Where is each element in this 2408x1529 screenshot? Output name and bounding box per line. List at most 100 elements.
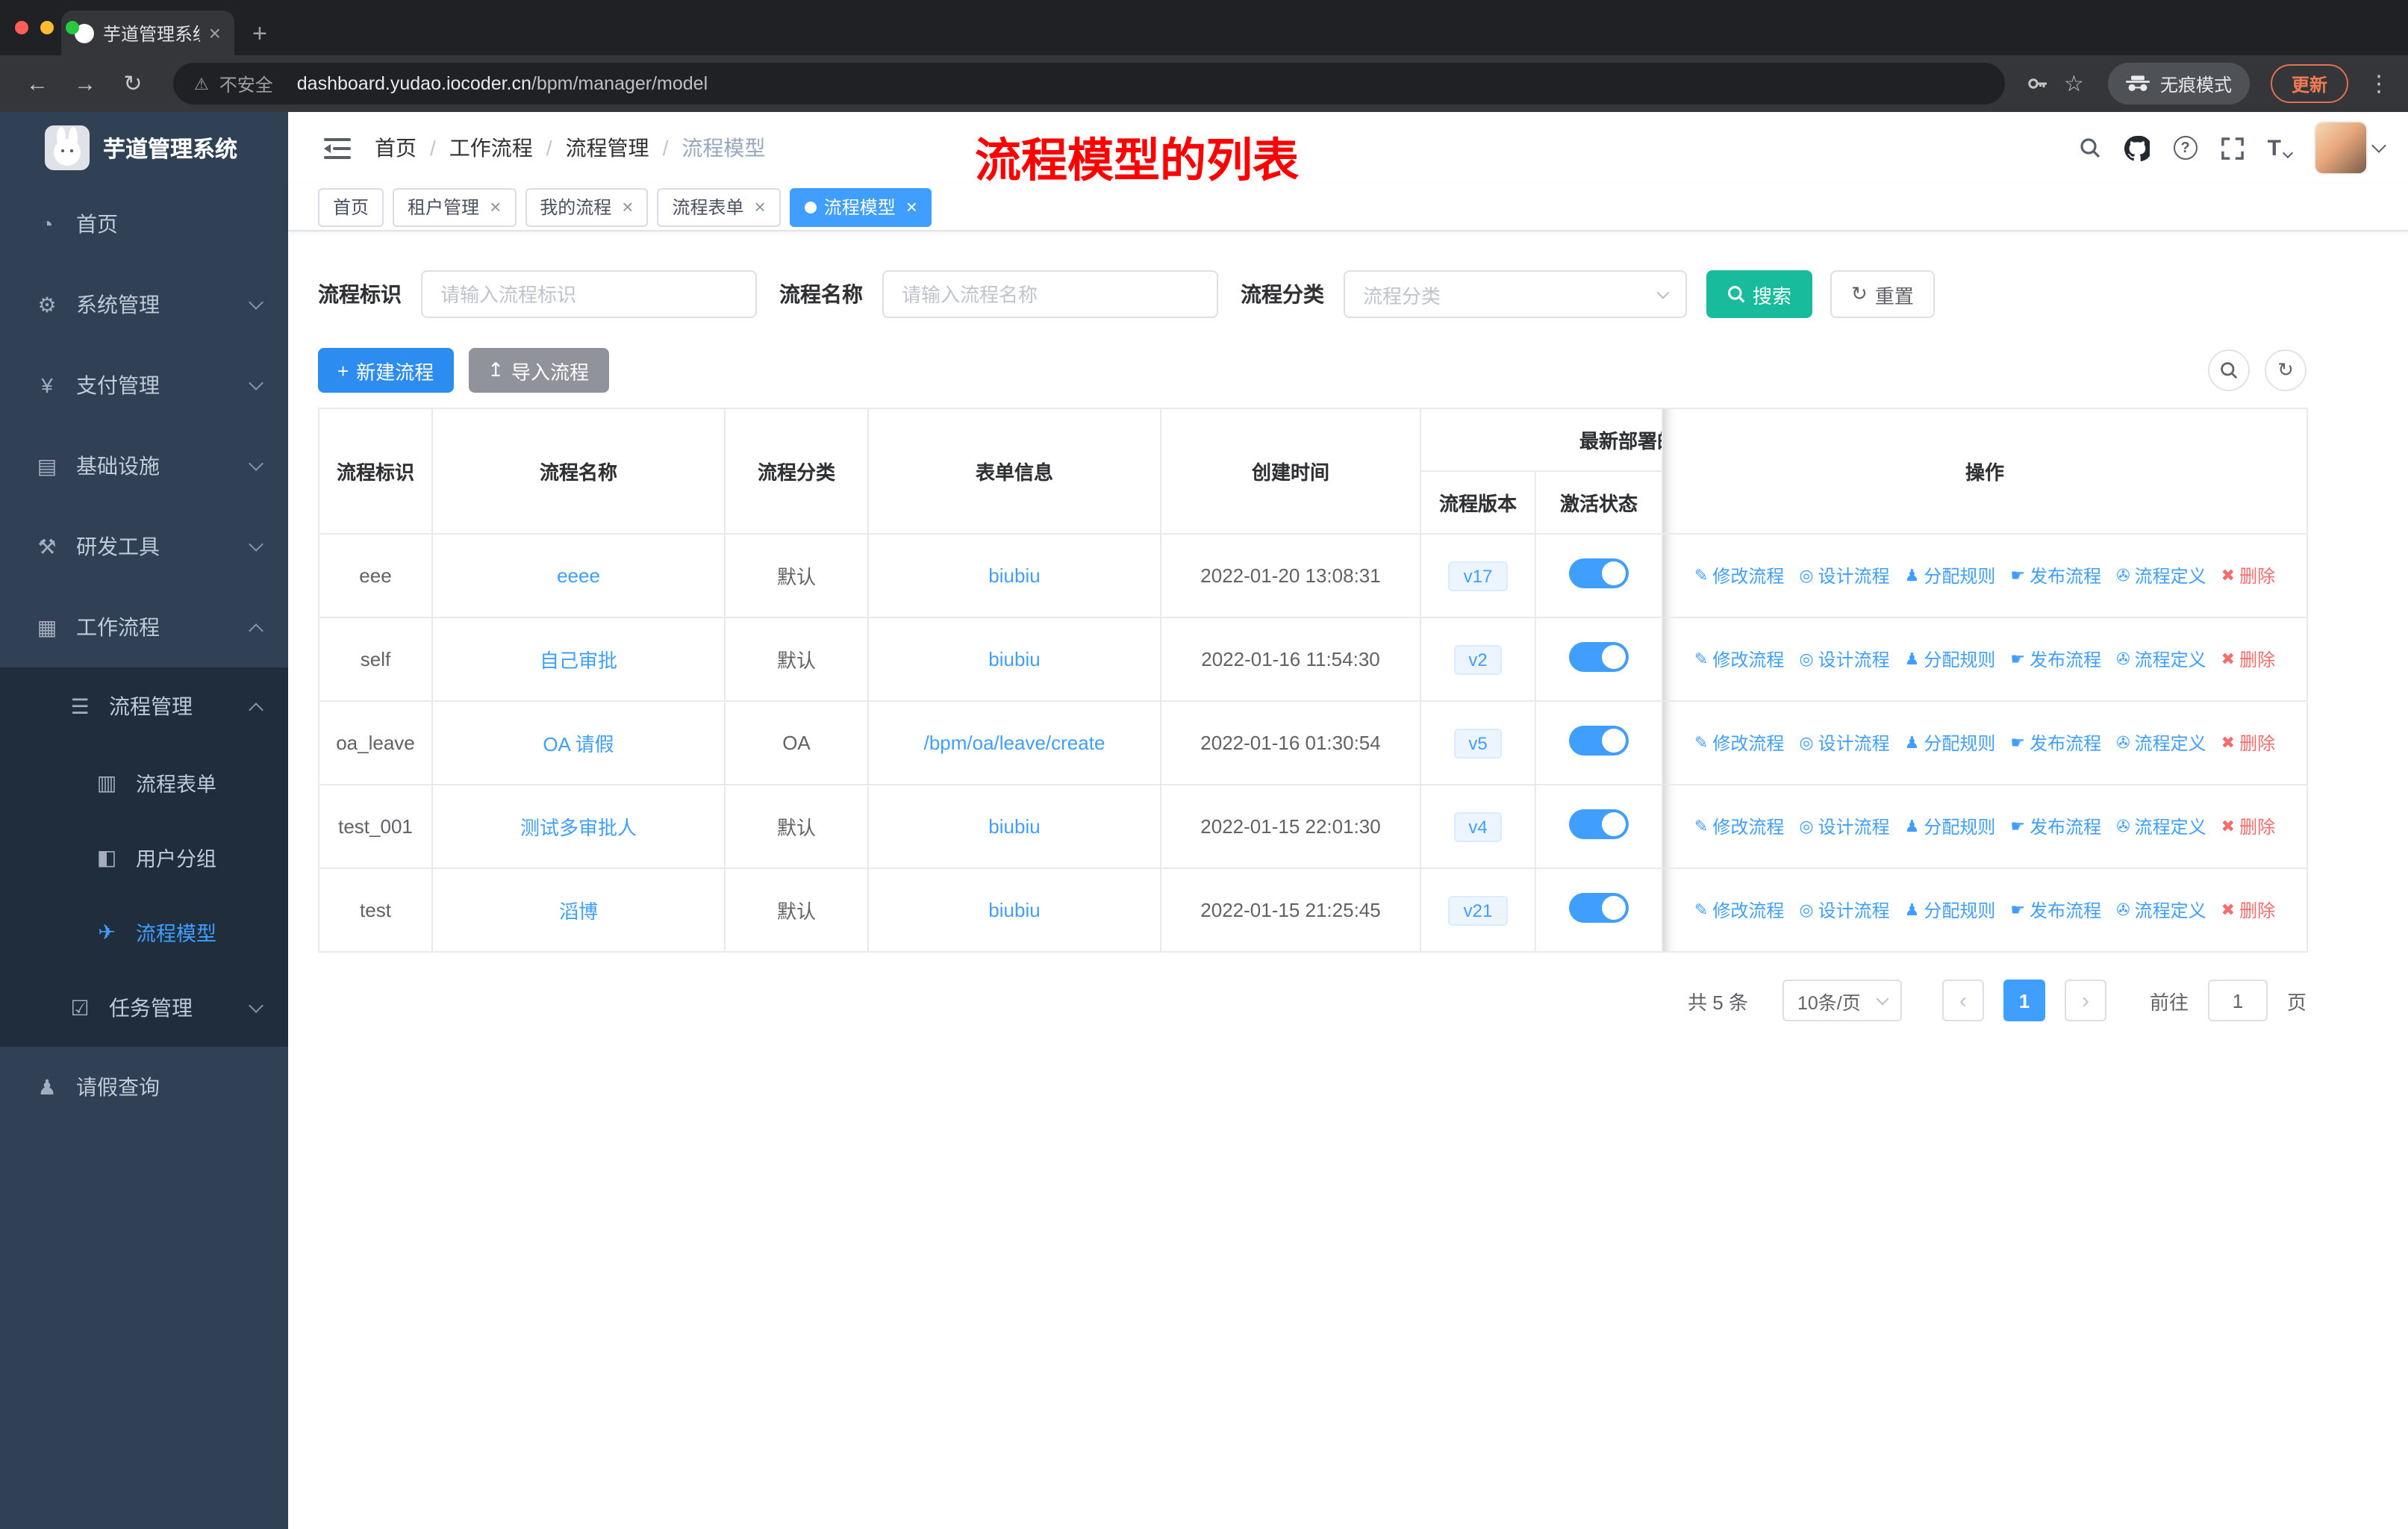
password-key-icon[interactable]	[2025, 72, 2049, 96]
op-delete-link[interactable]: ✖ 删除	[2221, 647, 2275, 672]
active-toggle[interactable]	[1569, 642, 1629, 672]
sidebar-item-workflow[interactable]: ▦ 工作流程	[0, 587, 288, 667]
breadcrumb-item[interactable]: 流程管理	[566, 133, 649, 163]
active-toggle[interactable]	[1569, 809, 1629, 839]
op-design-link[interactable]: ◎ 设计流程	[1799, 647, 1889, 672]
tag-tenant[interactable]: 租户管理 ×	[393, 187, 517, 226]
op-delete-link[interactable]: ✖ 删除	[2221, 814, 2275, 839]
op-publish-link[interactable]: ☛ 发布流程	[2010, 647, 2101, 672]
op-delete-link[interactable]: ✖ 删除	[2221, 563, 2275, 588]
op-modify-link[interactable]: ✎ 修改流程	[1694, 730, 1784, 756]
op-modify-link[interactable]: ✎ 修改流程	[1694, 563, 1784, 588]
op-design-link[interactable]: ◎ 设计流程	[1799, 897, 1889, 923]
close-tag-icon[interactable]: ×	[622, 197, 633, 217]
forward-button[interactable]: →	[66, 71, 105, 96]
zoom-window-button[interactable]	[66, 21, 79, 34]
process-id-input[interactable]	[421, 270, 757, 318]
chrome-update-button[interactable]: 更新	[2270, 64, 2348, 103]
sidebar-item-system[interactable]: ⚙ 系统管理	[0, 264, 288, 345]
op-assign-link[interactable]: ♟ 分配规则	[1905, 647, 1996, 672]
import-process-button[interactable]: ↥ 导入流程	[468, 348, 609, 393]
goto-page-input[interactable]	[2207, 980, 2268, 1021]
form-info-link[interactable]: /bpm/oa/leave/create	[924, 732, 1105, 754]
refresh-table-button[interactable]: ↻	[2265, 349, 2306, 391]
breadcrumb-item[interactable]: 工作流程	[449, 133, 533, 163]
op-definition-link[interactable]: ✇ 流程定义	[2116, 647, 2206, 672]
fullscreen-icon[interactable]	[2221, 137, 2244, 159]
sidebar-item-user-group[interactable]: ◧ 用户分组	[0, 820, 288, 894]
sidebar-item-infrastructure[interactable]: ▤ 基础设施	[0, 426, 288, 506]
help-icon[interactable]: ?	[2173, 136, 2198, 160]
op-definition-link[interactable]: ✇ 流程定义	[2116, 814, 2206, 839]
op-assign-link[interactable]: ♟ 分配规则	[1905, 897, 1996, 923]
sidebar-item-process-form[interactable]: ▥ 流程表单	[0, 745, 288, 820]
op-assign-link[interactable]: ♟ 分配规则	[1905, 563, 1996, 588]
github-icon[interactable]	[2124, 135, 2150, 161]
sidebar-item-process-management[interactable]: ☰ 流程管理	[0, 667, 288, 745]
op-assign-link[interactable]: ♟ 分配规则	[1905, 730, 1996, 756]
sidebar-item-home[interactable]: ◔ 首页	[0, 184, 288, 264]
op-definition-link[interactable]: ✇ 流程定义	[2116, 563, 2206, 588]
tag-process-form[interactable]: 流程表单 ×	[657, 187, 781, 226]
op-publish-link[interactable]: ☛ 发布流程	[2010, 897, 2101, 923]
address-bar[interactable]: ⚠ 不安全 dashboard.yudao.iocoder.cn/bpm/man…	[173, 63, 2005, 105]
prev-page-button[interactable]: ‹	[1941, 980, 1984, 1021]
reset-button[interactable]: ↻ 重置	[1830, 270, 1935, 318]
toggle-search-button[interactable]	[2208, 349, 2250, 391]
tag-home[interactable]: 首页	[318, 187, 384, 226]
form-info-link[interactable]: biubiu	[988, 564, 1040, 587]
breadcrumb-item[interactable]: 首页	[375, 133, 417, 163]
new-tab-button[interactable]: +	[252, 21, 267, 46]
browser-menu-icon[interactable]: ⋮	[2368, 70, 2390, 97]
op-modify-link[interactable]: ✎ 修改流程	[1694, 897, 1784, 923]
user-menu[interactable]	[2315, 122, 2386, 173]
op-assign-link[interactable]: ♟ 分配规则	[1905, 814, 1996, 839]
model-name-link[interactable]: eeee	[557, 564, 600, 587]
op-definition-link[interactable]: ✇ 流程定义	[2116, 730, 2206, 756]
model-name-link[interactable]: 测试多审批人	[520, 817, 637, 839]
tag-my-process[interactable]: 我的流程 ×	[525, 187, 649, 226]
active-toggle[interactable]	[1569, 558, 1629, 588]
form-info-link[interactable]: biubiu	[988, 899, 1040, 921]
close-tag-icon[interactable]: ×	[755, 197, 766, 217]
op-publish-link[interactable]: ☛ 发布流程	[2010, 730, 2101, 756]
create-process-button[interactable]: + 新建流程	[318, 348, 454, 393]
op-definition-link[interactable]: ✇ 流程定义	[2116, 897, 2206, 923]
sidebar-item-devtools[interactable]: ⚒ 研发工具	[0, 506, 288, 587]
op-design-link[interactable]: ◎ 设计流程	[1799, 730, 1889, 756]
op-delete-link[interactable]: ✖ 删除	[2221, 730, 2275, 756]
next-page-button[interactable]: ›	[2064, 980, 2106, 1021]
process-name-input[interactable]	[882, 270, 1218, 318]
page-size-select[interactable]: 10条/页	[1782, 980, 1902, 1021]
op-publish-link[interactable]: ☛ 发布流程	[2010, 814, 2101, 839]
close-tag-icon[interactable]: ×	[490, 197, 501, 217]
form-info-link[interactable]: biubiu	[988, 648, 1040, 670]
op-publish-link[interactable]: ☛ 发布流程	[2010, 563, 2101, 588]
sidebar-item-leave-query[interactable]: ♟ 请假查询	[0, 1047, 288, 1127]
op-design-link[interactable]: ◎ 设计流程	[1799, 814, 1889, 839]
category-select[interactable]: 流程分类	[1344, 270, 1687, 318]
search-icon[interactable]	[2080, 137, 2100, 158]
sidebar-item-payment[interactable]: ¥ 支付管理	[0, 345, 288, 426]
back-button[interactable]: ←	[18, 71, 57, 96]
search-button[interactable]: 搜索	[1706, 270, 1813, 318]
op-design-link[interactable]: ◎ 设计流程	[1799, 563, 1889, 588]
sidebar-item-process-model[interactable]: ✈ 流程模型	[0, 894, 288, 969]
model-name-link[interactable]: 自己审批	[540, 650, 617, 672]
current-page-button[interactable]: 1	[2003, 980, 2045, 1021]
font-size-icon[interactable]: T	[2268, 135, 2294, 161]
op-delete-link[interactable]: ✖ 删除	[2221, 897, 2275, 923]
form-info-link[interactable]: biubiu	[988, 815, 1040, 838]
active-toggle[interactable]	[1569, 893, 1629, 923]
not-secure-warning-icon[interactable]: ⚠	[194, 74, 209, 93]
collapse-sidebar-icon[interactable]	[324, 137, 351, 159]
sidebar-item-task-management[interactable]: ☑ 任务管理	[0, 969, 288, 1047]
model-name-link[interactable]: 滔博	[559, 900, 598, 923]
close-window-button[interactable]	[15, 21, 28, 34]
active-toggle[interactable]	[1569, 726, 1629, 756]
bookmark-star-icon[interactable]: ☆	[2064, 70, 2084, 97]
browser-tab[interactable]: 芋道管理系统 ×	[61, 10, 234, 55]
op-modify-link[interactable]: ✎ 修改流程	[1694, 814, 1784, 839]
reload-button[interactable]: ↻	[113, 70, 152, 97]
op-modify-link[interactable]: ✎ 修改流程	[1694, 647, 1784, 672]
